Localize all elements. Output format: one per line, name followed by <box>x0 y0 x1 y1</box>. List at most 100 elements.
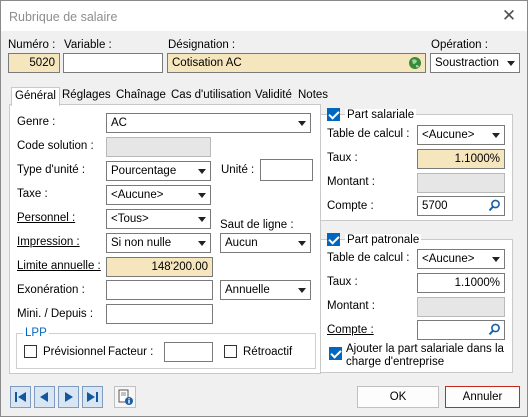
mini-field[interactable] <box>106 304 213 324</box>
search-icon[interactable] <box>488 323 501 336</box>
montant-label: Montant : <box>327 300 375 312</box>
table-calcul-value: <Aucune> <box>422 253 475 265</box>
taxe-value: <Aucune> <box>111 189 164 201</box>
tab-reglages[interactable]: Réglages <box>59 87 114 105</box>
ok-button[interactable]: OK <box>357 386 439 408</box>
chevron-down-icon <box>298 121 306 126</box>
variable-field[interactable] <box>63 53 163 73</box>
part-salariale-checkbox[interactable] <box>327 108 340 121</box>
first-record-button[interactable] <box>10 386 31 408</box>
dialog-window: Rubrique de salaire ✕ Numéro : 5020 Vari… <box>0 0 528 417</box>
previous-record-button[interactable] <box>34 386 55 408</box>
type-unite-value: Pourcentage <box>111 165 177 177</box>
montant-field <box>417 173 505 193</box>
globe-icon[interactable] <box>408 56 422 70</box>
numero-field[interactable]: 5020 <box>8 53 60 73</box>
chevron-down-icon <box>198 193 206 198</box>
window-title: Rubrique de salaire <box>9 10 118 24</box>
code-solution-label: Code solution : <box>17 140 94 152</box>
retroactif-label: Rétroactif <box>243 346 293 358</box>
part-salariale-title: Part salariale <box>345 109 417 121</box>
chevron-down-icon <box>298 241 306 246</box>
designation-label: Désignation : <box>168 39 236 51</box>
table-calcul-select[interactable]: <Aucune> <box>417 125 505 145</box>
tab-chainage[interactable]: Chaînage <box>113 87 169 105</box>
exoneration-period-select[interactable]: Annuelle <box>220 280 311 300</box>
personnel-value: <Tous> <box>111 213 149 225</box>
impression-label: Impression : <box>17 236 80 248</box>
part-patronale-checkbox[interactable] <box>327 233 340 246</box>
info-button[interactable] <box>114 386 136 408</box>
table-calcul-value: <Aucune> <box>422 129 475 141</box>
tab-notes[interactable]: Notes <box>295 87 331 105</box>
chevron-down-icon <box>198 241 206 246</box>
genre-select[interactable]: AC <box>106 113 311 133</box>
personnel-label: Personnel : <box>17 212 76 224</box>
taxe-select[interactable]: <Aucune> <box>106 185 211 205</box>
variable-label: Variable : <box>64 39 112 51</box>
lpp-legend: LPP <box>23 327 49 339</box>
tab-general[interactable]: Général <box>11 87 60 106</box>
table-calcul-select[interactable]: <Aucune> <box>417 249 505 269</box>
taux-label: Taux : <box>327 152 358 164</box>
operation-select[interactable]: Soustraction <box>430 53 520 73</box>
document-info-icon <box>118 389 133 405</box>
designation-value: Cotisation AC <box>172 57 242 69</box>
retroactif-checkbox[interactable] <box>224 345 237 358</box>
cancel-button[interactable]: Annuler <box>445 386 520 408</box>
limite-label: Limite annuelle : <box>17 260 101 272</box>
table-calcul-label: Table de calcul : <box>327 252 410 264</box>
unite-field[interactable] <box>260 159 313 181</box>
exoneration-label: Exonération : <box>17 284 85 296</box>
numero-label: Numéro : <box>8 39 56 51</box>
designation-field[interactable]: Cotisation AC <box>167 53 426 73</box>
taux-label: Taux : <box>327 276 358 288</box>
facteur-label: Facteur : <box>108 346 154 358</box>
type-unite-select[interactable]: Pourcentage <box>106 161 211 181</box>
compte-label: Compte : <box>327 200 374 212</box>
next-record-button[interactable] <box>58 386 79 408</box>
last-icon <box>87 392 98 402</box>
code-solution-field <box>106 137 211 157</box>
impression-value: Si non nulle <box>111 237 172 249</box>
saut-select[interactable]: Aucun <box>220 233 311 253</box>
montant-field <box>417 297 505 317</box>
chevron-down-icon <box>298 288 306 293</box>
last-record-button[interactable] <box>82 386 103 408</box>
chevron-down-icon <box>198 217 206 222</box>
taux-field[interactable]: 1.1000% <box>417 149 505 169</box>
personnel-select[interactable]: <Tous> <box>106 209 211 229</box>
chevron-down-icon <box>492 257 500 262</box>
close-icon[interactable]: ✕ <box>498 6 520 26</box>
type-unite-label: Type d'unité : <box>17 164 86 176</box>
chevron-down-icon <box>492 133 500 138</box>
saut-value: Aucun <box>225 237 258 249</box>
part-patronale-title: Part patronale <box>345 234 422 246</box>
title-bar: Rubrique de salaire ✕ <box>1 1 527 31</box>
operation-value: Soustraction <box>435 57 499 69</box>
table-calcul-label: Table de calcul : <box>327 128 410 140</box>
unite-label: Unité : <box>221 164 255 176</box>
taux-field[interactable]: 1.1000% <box>417 273 505 293</box>
previsionnel-label: Prévisionnel <box>43 346 106 358</box>
taxe-label: Taxe : <box>17 188 48 200</box>
operation-label: Opération : <box>431 39 488 51</box>
exoneration-field[interactable] <box>106 280 213 300</box>
previsionnel-checkbox[interactable] <box>24 345 37 358</box>
ajouter-part-label-line2: charge d'entreprise <box>346 356 445 368</box>
ajouter-part-label-line1: Ajouter la part salariale dans la <box>346 343 504 355</box>
ajouter-part-checkbox[interactable] <box>329 347 342 360</box>
limite-field[interactable]: 148'200.00 <box>106 257 213 277</box>
exoneration-period-value: Annuelle <box>225 284 270 296</box>
genre-label: Genre : <box>17 116 56 128</box>
chevron-down-icon <box>507 61 515 66</box>
impression-select[interactable]: Si non nulle <box>106 233 211 253</box>
genre-value: AC <box>111 117 127 129</box>
search-icon[interactable] <box>488 199 501 212</box>
tab-validite[interactable]: Validité <box>252 87 295 105</box>
previous-icon <box>40 392 48 402</box>
chevron-down-icon <box>198 169 206 174</box>
tab-cas-utilisation[interactable]: Cas d'utilisation <box>168 87 254 105</box>
facteur-field[interactable] <box>164 342 213 362</box>
mini-label: Mini. / Depuis : <box>17 308 94 320</box>
